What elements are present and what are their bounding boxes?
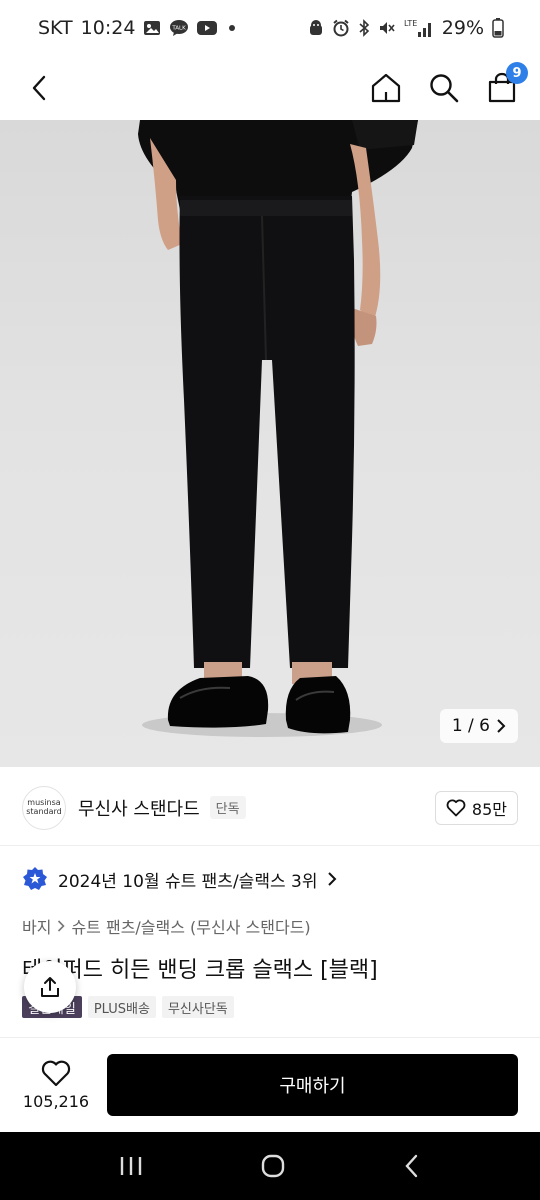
breadcrumb-level2[interactable]: 슈트 팬츠/슬랙스 (무신사 스탠다드) bbox=[71, 914, 310, 938]
product-photo bbox=[138, 120, 418, 737]
image-counter[interactable]: 1 / 6 bbox=[439, 709, 518, 743]
svg-text:TALK: TALK bbox=[172, 26, 187, 32]
more-notifications-icon bbox=[229, 25, 236, 31]
breadcrumb-level1[interactable]: 바지 bbox=[22, 914, 51, 938]
alarm-icon bbox=[332, 19, 350, 37]
carrier: SKT bbox=[38, 17, 73, 39]
bluetooth-icon bbox=[358, 19, 370, 37]
breadcrumb: 바지 슈트 팬츠/슬랙스 (무신사 스탠다드) bbox=[22, 914, 311, 938]
battery-percent: 29% bbox=[441, 17, 484, 39]
purchase-bar: 105,216 구매하기 bbox=[0, 1037, 540, 1132]
wishlist-button[interactable]: 105,216 bbox=[22, 1060, 90, 1111]
brand-row[interactable]: musinsa standard 무신사 스탠다드 단독 85만 bbox=[0, 770, 540, 846]
brand-logo-line2: standard bbox=[26, 806, 62, 816]
home-icon bbox=[371, 73, 401, 103]
search-button[interactable] bbox=[426, 70, 462, 106]
talk-notification-icon: TALK bbox=[169, 19, 189, 37]
clock: 10:24 bbox=[80, 17, 136, 39]
status-right: LTE 29% bbox=[308, 17, 504, 39]
status-bar: SKT 10:24 TALK LTE 29% bbox=[0, 0, 540, 56]
chevron-right-icon bbox=[58, 920, 66, 932]
brand-logo[interactable]: musinsa standard bbox=[22, 785, 66, 830]
chevron-right-icon bbox=[328, 872, 337, 886]
header-actions: 9 bbox=[368, 62, 528, 106]
recent-apps-icon[interactable] bbox=[118, 1154, 144, 1178]
image-counter-text: 1 / 6 bbox=[451, 716, 490, 736]
home-button[interactable] bbox=[368, 70, 404, 106]
mute-icon bbox=[378, 19, 396, 37]
rank-badge-icon bbox=[23, 867, 47, 890]
chevron-right-icon bbox=[497, 719, 506, 733]
cart-count-badge: 9 bbox=[506, 62, 528, 84]
cart-button[interactable]: 9 bbox=[484, 62, 528, 106]
back-nav-icon[interactable] bbox=[402, 1153, 422, 1179]
heart-icon bbox=[446, 799, 466, 816]
app-header: 9 bbox=[0, 56, 540, 120]
ranking-link[interactable]: 2024년 10월 슈트 팬츠/슬랙스 3위 bbox=[22, 866, 337, 892]
system-nav-bar bbox=[0, 1132, 540, 1200]
share-icon bbox=[41, 977, 59, 997]
brand-like-button[interactable]: 85만 bbox=[434, 790, 518, 825]
android-icon bbox=[308, 19, 324, 37]
product-image-carousel[interactable]: 1 / 6 bbox=[0, 120, 540, 767]
gallery-notification-icon bbox=[143, 19, 161, 37]
status-left: SKT 10:24 TALK bbox=[38, 17, 236, 39]
heart-icon bbox=[41, 1060, 71, 1086]
share-button[interactable] bbox=[24, 961, 76, 1013]
youtube-notification-icon bbox=[197, 20, 218, 36]
ranking-text: 2024년 10월 슈트 팬츠/슬랙스 3위 bbox=[58, 871, 318, 892]
brand-exclusive-tag: 단독 bbox=[209, 796, 246, 819]
product-title: 테이퍼드 히든 밴딩 크롭 슬랙스 [블랙] bbox=[22, 958, 378, 983]
search-icon bbox=[430, 74, 459, 103]
brand-name[interactable]: 무신사 스탠다드 bbox=[78, 795, 200, 821]
brand-like-count: 85만 bbox=[471, 799, 507, 819]
tag-exclusive: 무신사단독 bbox=[161, 996, 234, 1018]
back-icon bbox=[32, 75, 46, 101]
wishlist-count: 105,216 bbox=[22, 1091, 90, 1111]
lte-signal-icon: LTE bbox=[404, 18, 434, 38]
buy-button[interactable]: 구매하기 bbox=[107, 1054, 518, 1116]
tag-plus-delivery: PLUS배송 bbox=[87, 996, 156, 1018]
svg-text:LTE: LTE bbox=[404, 19, 417, 28]
battery-icon bbox=[492, 18, 504, 38]
home-nav-icon[interactable] bbox=[260, 1153, 286, 1179]
back-button[interactable] bbox=[22, 70, 58, 106]
